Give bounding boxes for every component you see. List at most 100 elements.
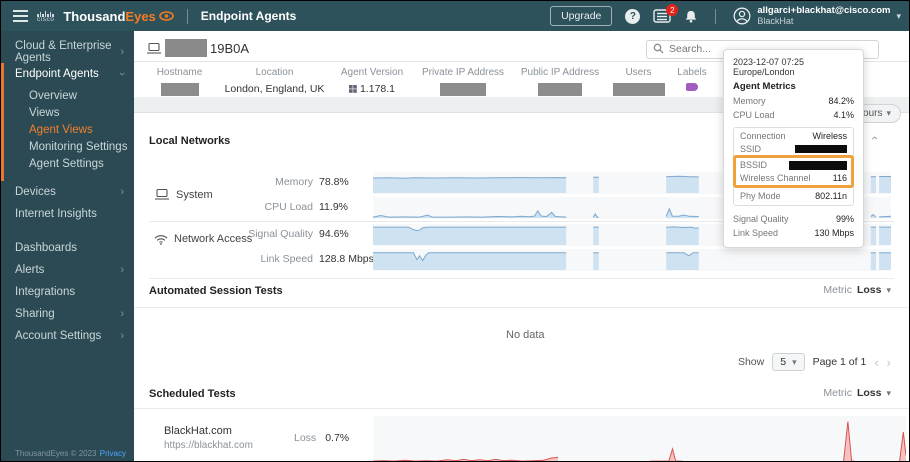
no-data-message: No data — [506, 329, 545, 341]
link-speed-sparkline-chart[interactable] — [373, 249, 891, 271]
scheduled-tests-title: Scheduled Tests — [149, 388, 236, 400]
connection-details-box: Connection Wireless SSID BSSID Wireless C… — [733, 127, 854, 206]
info-col-private-ip: Private IP Address — [417, 67, 509, 96]
thousandeyes-logo: ThousandEyes — [63, 9, 174, 24]
tooltip-cpu-value: 4.1% — [833, 110, 854, 120]
alerts-count-badge: 2 — [666, 4, 679, 16]
sidebar-item-sharing[interactable]: Sharing › — [1, 303, 134, 325]
redacted-bssid — [789, 160, 847, 170]
sidebar-item-monitoring-settings[interactable]: Monitoring Settings — [4, 139, 134, 156]
wifi-icon — [154, 234, 168, 245]
test-url: https://blackhat.com — [164, 440, 253, 451]
agent-name-text: 19B0A — [210, 40, 250, 56]
chevron-right-icon: › — [120, 308, 124, 320]
top-navbar: cisco ThousandEyes Endpoint Agents Upgra… — [1, 1, 909, 31]
account-email: allgarci+blackhat@cisco.com — [757, 5, 891, 16]
hamburger-menu-icon[interactable] — [13, 10, 28, 22]
thousandeyes-app: cisco ThousandEyes Endpoint Agents Upgra… — [0, 0, 910, 462]
local-networks-title: Local Networks — [149, 135, 231, 147]
st-metric-dropdown[interactable]: Metric Loss ▾ — [823, 387, 891, 399]
test-loss-value: Loss 0.7% — [294, 432, 350, 444]
account-org: BlackHat — [757, 16, 794, 26]
cisco-logo-text: cisco — [37, 15, 55, 23]
sidebar-item-account-settings[interactable]: Account Settings › — [1, 325, 134, 347]
signal-quality-metric: Signal Quality 94.6% — [248, 228, 349, 240]
agent-metrics-tooltip: 2023-12-07 07:25 Europe/London Agent Met… — [723, 49, 864, 248]
help-icon[interactable]: ? — [625, 8, 641, 24]
collapse-section-icon[interactable]: › — [867, 136, 881, 140]
page-title: Endpoint Agents — [200, 9, 297, 23]
label-tag-icon[interactable] — [686, 83, 698, 91]
sidebar-item-agent-settings[interactable]: Agent Settings — [4, 156, 134, 173]
navbar-divider — [186, 8, 188, 24]
wireless-channel-value: 116 — [832, 173, 847, 183]
sidebar-group-endpoint-agents: Endpoint Agents › Overview Views Agent Vi… — [1, 63, 134, 181]
chevron-down-icon: › — [116, 72, 129, 76]
chevron-right-icon: › — [120, 264, 124, 276]
laptop-icon — [147, 42, 161, 54]
caret-down-icon: ▾ — [886, 284, 891, 295]
sidebar-item-endpoint-agents[interactable]: Endpoint Agents › — [4, 63, 134, 85]
account-menu[interactable]: allgarci+blackhat@cisco.com BlackHat ▾ — [733, 6, 901, 26]
search-icon — [653, 43, 664, 54]
connection-value: Wireless — [812, 131, 847, 141]
info-col-users: Users — [611, 67, 666, 96]
info-col-public-ip: Public IP Address — [514, 67, 606, 96]
memory-metric: Memory 78.8% — [275, 176, 349, 188]
sidebar-item-cloud-enterprise-agents[interactable]: Cloud & Enterprise Agents › — [1, 40, 134, 64]
caret-down-icon: ▾ — [886, 387, 891, 398]
highlighted-bssid-region: BSSID Wireless Channel 116 — [733, 155, 854, 188]
link-speed-metric: Link Speed 128.8 Mbps — [260, 253, 374, 265]
redacted-ssid — [795, 145, 847, 153]
agent-title: 19B0A — [146, 39, 249, 57]
laptop-icon — [155, 188, 169, 200]
chevron-down-icon: ▾ — [896, 10, 901, 21]
info-col-agent-version: Agent Version 1.178.1 — [340, 67, 404, 95]
sidebar-item-views[interactable]: Views — [4, 105, 134, 122]
cpu-load-metric: CPU Load 11.9% — [264, 201, 348, 213]
sidebar-item-alerts[interactable]: Alerts › — [1, 259, 134, 281]
info-col-hostname: Hostname — [142, 67, 217, 96]
next-page-icon[interactable]: › — [887, 355, 891, 370]
test-name[interactable]: BlackHat.com — [164, 425, 253, 437]
sidebar-item-internet-insights[interactable]: Internet Insights — [1, 203, 134, 225]
copyright-text: ThousandEyes © 2023 — [15, 449, 97, 458]
caret-down-icon: ▾ — [886, 108, 891, 118]
redacted-users — [612, 83, 665, 96]
tooltip-memory-value: 84.2% — [828, 96, 854, 106]
show-label: Show — [737, 356, 765, 368]
tooltip-title: Agent Metrics — [733, 81, 796, 92]
sidebar-item-integrations[interactable]: Integrations — [1, 281, 134, 303]
scheduled-test-row[interactable]: BlackHat.com https://blackhat.com — [164, 425, 253, 451]
sidebar-item-overview[interactable]: Overview — [4, 88, 134, 105]
redacted-private-ip — [440, 83, 486, 96]
cisco-logo: cisco — [37, 10, 55, 23]
tooltip-timestamp: 2023-12-07 07:25 Europe/London — [733, 57, 805, 77]
page-size-select[interactable]: 5 ▾ — [772, 353, 805, 371]
ast-metric-dropdown[interactable]: Metric Loss ▾ — [823, 284, 891, 296]
phy-mode-value: 802.11n — [815, 191, 847, 201]
redacted-agent-name — [165, 39, 207, 57]
chevron-right-icon: › — [120, 186, 124, 198]
privacy-link[interactable]: Privacy — [100, 449, 126, 458]
link-speed-value: 130 Mbps — [814, 228, 854, 238]
eye-icon — [158, 11, 174, 21]
prev-page-icon[interactable]: ‹ — [874, 355, 878, 370]
sidebar-item-dashboards[interactable]: Dashboards — [1, 237, 134, 259]
page-indicator: Page 1 of 1 — [812, 356, 867, 368]
info-col-labels: Labels — [672, 67, 712, 91]
pagination: Show 5 ▾ Page 1 of 1 ‹ › — [738, 353, 891, 371]
windows-icon — [348, 85, 357, 93]
loss-timeline-chart[interactable] — [372, 416, 907, 461]
sidebar: Cloud & Enterprise Agents › Endpoint Agen… — [1, 31, 134, 461]
active-alerts-icon[interactable]: 2 — [653, 4, 679, 23]
notifications-bell-icon[interactable] — [684, 9, 698, 24]
automated-session-tests-title: Automated Session Tests — [149, 285, 283, 297]
sidebar-item-devices[interactable]: Devices › — [1, 181, 134, 203]
upgrade-button[interactable]: Upgrade — [550, 6, 613, 26]
chevron-right-icon: › — [120, 46, 124, 58]
navbar-divider — [715, 8, 717, 24]
sidebar-item-agent-views[interactable]: Agent Views — [4, 122, 134, 139]
signal-quality-value: 99% — [835, 214, 854, 224]
chevron-right-icon: › — [120, 330, 124, 342]
